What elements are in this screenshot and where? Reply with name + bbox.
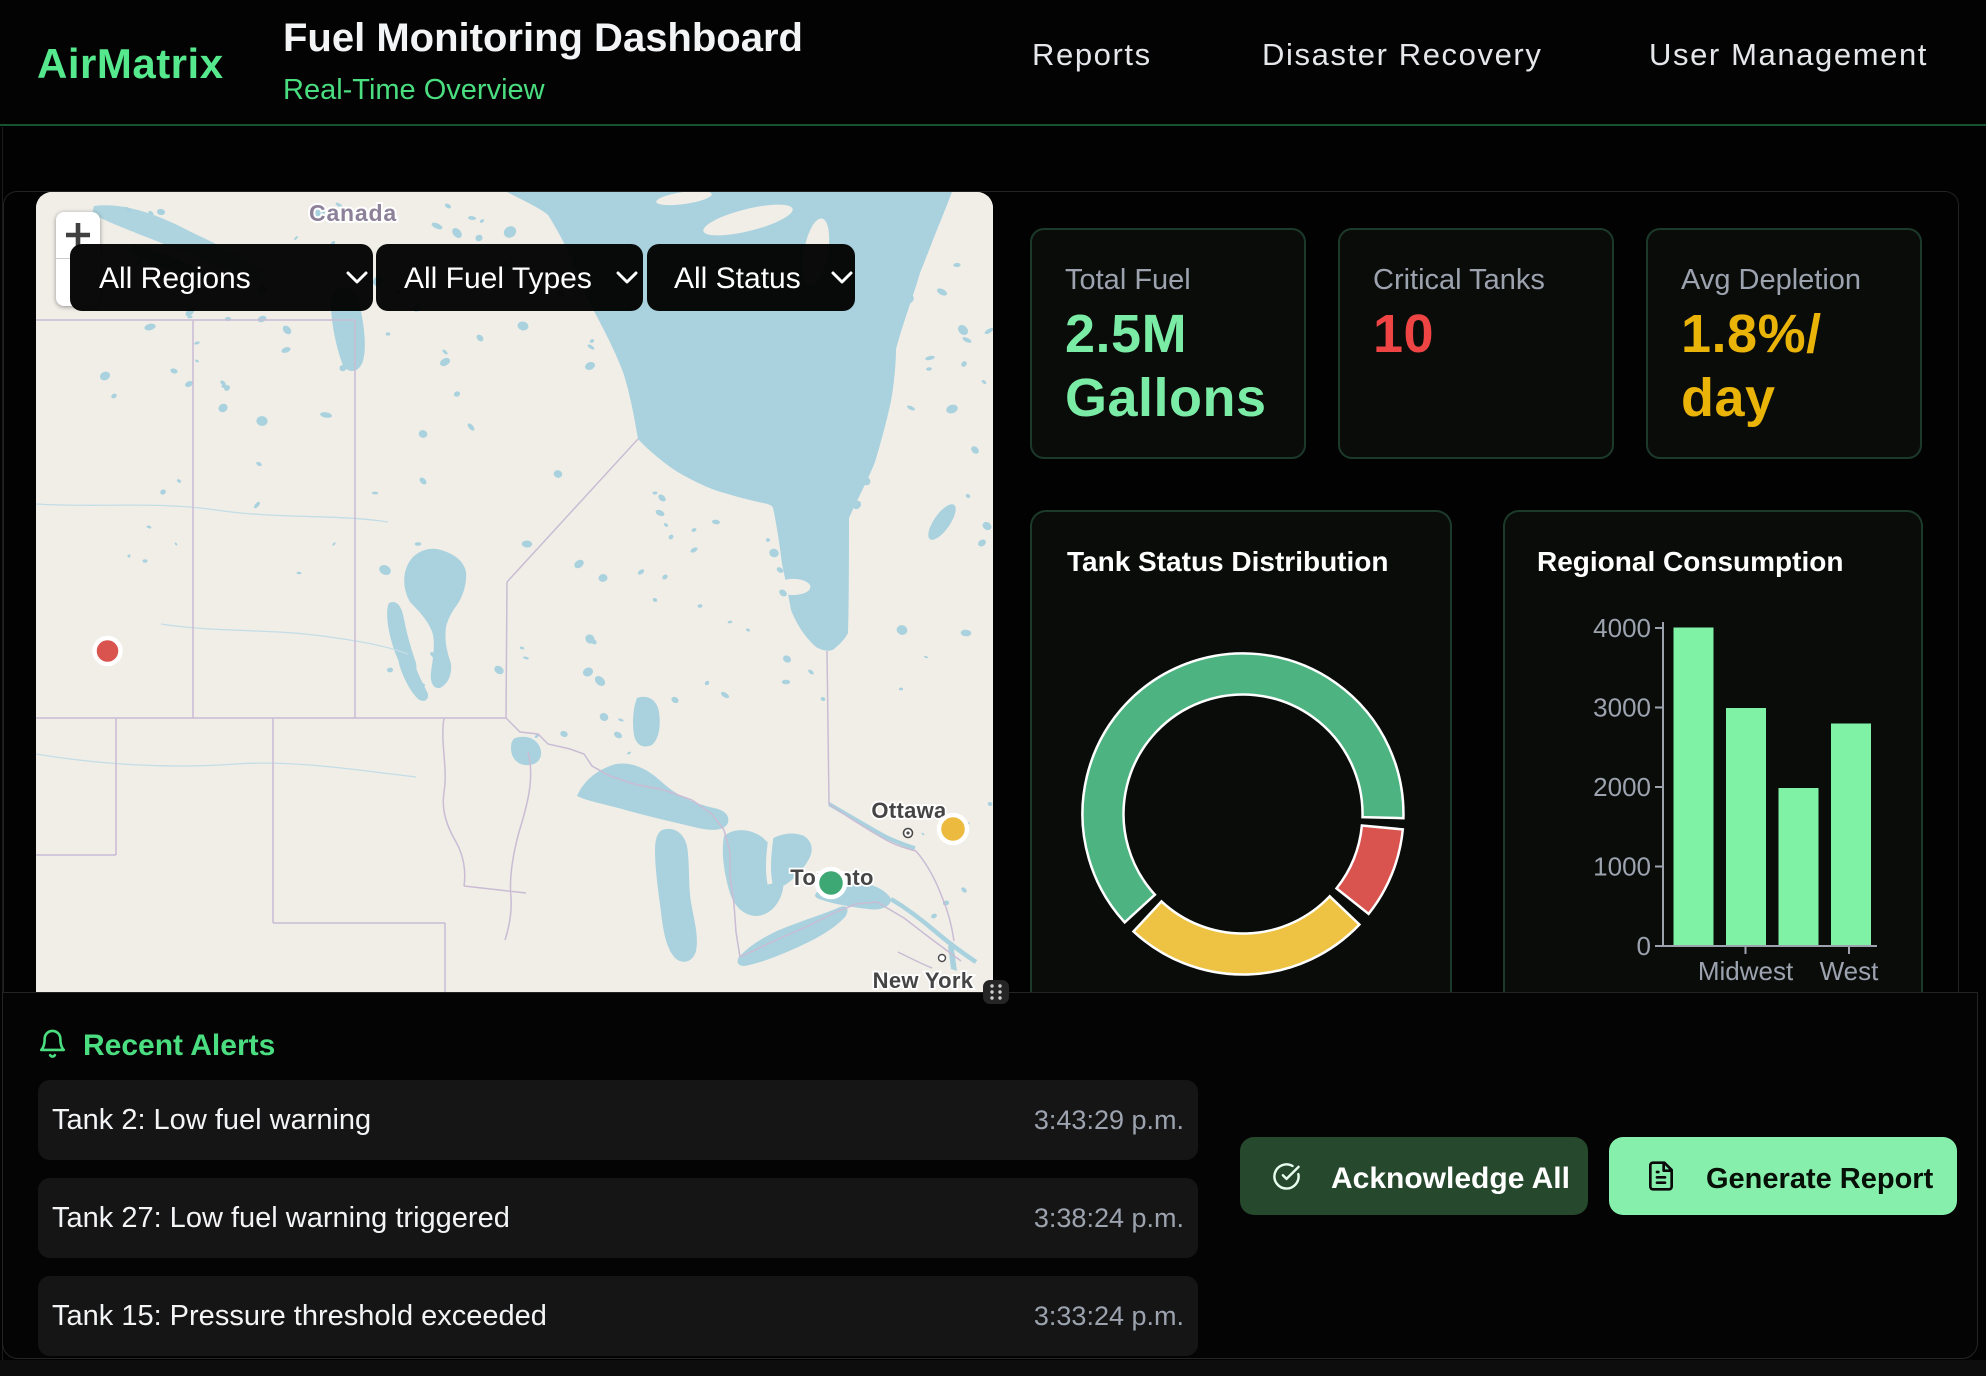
svg-text:0: 0 [1637, 931, 1651, 961]
svg-text:New York: New York [873, 968, 974, 992]
svg-text:Ottawa: Ottawa [871, 798, 947, 823]
svg-text:Canada: Canada [309, 200, 397, 226]
svg-text:2000: 2000 [1593, 772, 1651, 802]
svg-text:Midwest: Midwest [1698, 956, 1794, 986]
svg-text:4000: 4000 [1593, 613, 1651, 643]
svg-text:1000: 1000 [1593, 852, 1651, 882]
svg-text:West: West [1820, 956, 1880, 986]
svg-text:3000: 3000 [1593, 693, 1651, 723]
